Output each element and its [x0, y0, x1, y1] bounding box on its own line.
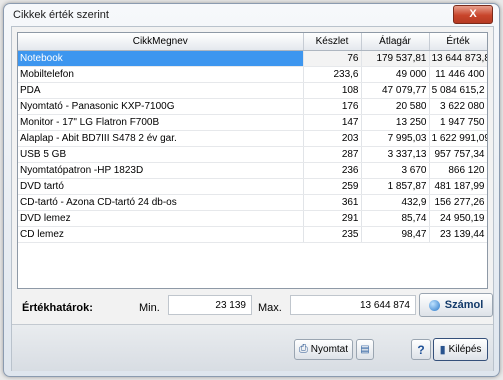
range-row: Értékhatárok: Min. 23 139 Max. 13 644 87… [22, 293, 493, 319]
cell-stock: 291 [303, 210, 362, 227]
col-header-avg-price[interactable]: Átlagár [361, 33, 430, 51]
cell-name: Nyomtató - Panasonic KXP-7100G [18, 98, 304, 115]
cell-name: Mobiltelefon [18, 66, 304, 83]
cell-stock: 147 [303, 114, 362, 131]
cell-stock: 236 [303, 162, 362, 179]
cell-name: Nyomtatópatron -HP 1823D [18, 162, 304, 179]
cell-name: DVD tartó [18, 178, 304, 195]
cell-value: 13 644 873,8 [429, 50, 487, 67]
cell-name: USB 5 GB [18, 146, 304, 163]
cell-avg-price: 3 337,13 [361, 146, 430, 163]
col-header-name[interactable]: CikkMegnev [18, 33, 304, 51]
col-header-stock[interactable]: Készlet [303, 33, 362, 51]
close-button[interactable]: X [453, 5, 493, 24]
items-table: CikkMegnev Készlet Átlagár Érték Noteboo… [18, 33, 487, 243]
table-row[interactable]: CD-tartó - Azona CD-tartó 24 db-os 361 432… [18, 194, 487, 211]
min-label: Min. [139, 302, 160, 314]
cell-name: DVD lemez [18, 210, 304, 227]
cell-value: 1 622 991,09 [429, 130, 487, 147]
cell-avg-price: 49 000 [361, 66, 430, 83]
exit-button[interactable]: ▮ Kilépés [433, 338, 488, 361]
header-row: CikkMegnev Készlet Átlagár Érték [18, 33, 487, 51]
cell-name: Monitor - 17" LG Flatron F700B [18, 114, 304, 131]
content-panel: CikkMegnev Készlet Átlagár Érték Noteboo… [11, 26, 494, 371]
printer-icon: ⎙ [298, 343, 308, 355]
cell-stock: 76 [303, 50, 362, 67]
exit-label: Kilépés [448, 344, 482, 355]
close-icon: X [469, 8, 477, 20]
cell-avg-price: 85,74 [361, 210, 430, 227]
table-row[interactable]: Nyomtató - Panasonic KXP-7100G 176 20 580 3… [18, 98, 487, 115]
cell-name: Alaplap - Abit BD7III S478 2 év gar. [18, 130, 304, 147]
table-row[interactable]: Monitor - 17" LG Flatron F700B 147 13 250 1… [18, 114, 487, 131]
exit-door-icon: ▮ [439, 344, 446, 356]
table-row[interactable]: Nyomtatópatron -HP 1823D 236 3 670 866 120 [18, 162, 487, 179]
table-row[interactable]: DVD tartó 259 1 857,87 481 187,99 [18, 178, 487, 195]
cell-stock: 235 [303, 226, 362, 243]
cell-name: Notebook [18, 50, 304, 67]
calculate-label: Számol [444, 299, 484, 311]
preview-button[interactable]: ▤ [356, 339, 374, 360]
table-row[interactable]: CD lemez 235 98,47 23 139,44 [18, 226, 487, 243]
cell-avg-price: 1 857,87 [361, 178, 430, 195]
cell-avg-price: 432,9 [361, 194, 430, 211]
cell-avg-price: 13 250 [361, 114, 430, 131]
cell-value: 3 622 080 [429, 98, 487, 115]
cell-stock: 361 [303, 194, 362, 211]
cell-avg-price: 98,47 [361, 226, 430, 243]
cell-name: CD lemez [18, 226, 304, 243]
cell-value: 156 277,26 [429, 194, 487, 211]
max-label: Max. [258, 302, 282, 314]
cell-stock: 233,6 [303, 66, 362, 83]
cell-avg-price: 3 670 [361, 162, 430, 179]
cell-name: CD-tartó - Azona CD-tartó 24 db-os [18, 194, 304, 211]
print-button[interactable]: ⎙ Nyomtat [294, 339, 353, 360]
help-label: ? [417, 342, 425, 357]
blue-circle-icon [428, 299, 440, 311]
print-label: Nyomtat [310, 344, 349, 355]
cell-stock: 203 [303, 130, 362, 147]
cell-avg-price: 47 079,77 [361, 82, 430, 99]
table-row[interactable]: DVD lemez 291 85,74 24 950,19 [18, 210, 487, 227]
report-window: Cikkek érték szerint X CikkMegnev Készle… [3, 3, 500, 377]
cell-value: 24 950,19 [429, 210, 487, 227]
cell-avg-price: 20 580 [361, 98, 430, 115]
min-field[interactable]: 23 139 [168, 295, 252, 315]
help-button[interactable]: ? [411, 339, 431, 360]
cell-stock: 108 [303, 82, 362, 99]
footer-bar: ⎙ Nyomtat ▤ ? ▮ Kilépés [12, 324, 493, 371]
cell-stock: 287 [303, 146, 362, 163]
cell-value: 5 084 615,2 [429, 82, 487, 99]
table-row[interactable]: PDA 108 47 079,77 5 084 615,2 [18, 82, 487, 99]
window-title: Cikkek érték szerint [13, 9, 109, 21]
range-label: Értékhatárok: [22, 302, 93, 314]
cell-value: 957 757,34 [429, 146, 487, 163]
cell-avg-price: 7 995,03 [361, 130, 430, 147]
cell-value: 23 139,44 [429, 226, 487, 243]
table-row[interactable]: USB 5 GB 287 3 337,13 957 757,34 [18, 146, 487, 163]
calculate-button[interactable]: Számol [419, 293, 493, 317]
cell-value: 11 446 400 [429, 66, 487, 83]
preview-icon: ▤ [360, 344, 370, 355]
table-row[interactable]: Notebook 76 179 537,81 13 644 873,8 [18, 50, 487, 67]
cell-name: PDA [18, 82, 304, 99]
cell-stock: 259 [303, 178, 362, 195]
title-bar: Cikkek érték szerint X [4, 4, 499, 26]
max-field[interactable]: 13 644 874 [290, 295, 416, 315]
cell-value: 866 120 [429, 162, 487, 179]
col-header-value[interactable]: Érték [429, 33, 487, 51]
cell-value: 481 187,99 [429, 178, 487, 195]
table-row[interactable]: Alaplap - Abit BD7III S478 2 év gar. 203 7… [18, 130, 487, 147]
table-row[interactable]: Mobiltelefon 233,6 49 000 11 446 400 [18, 66, 487, 83]
cell-avg-price: 179 537,81 [361, 50, 430, 67]
cell-value: 1 947 750 [429, 114, 487, 131]
items-grid[interactable]: CikkMegnev Készlet Átlagár Érték Noteboo… [17, 32, 488, 289]
cell-stock: 176 [303, 98, 362, 115]
